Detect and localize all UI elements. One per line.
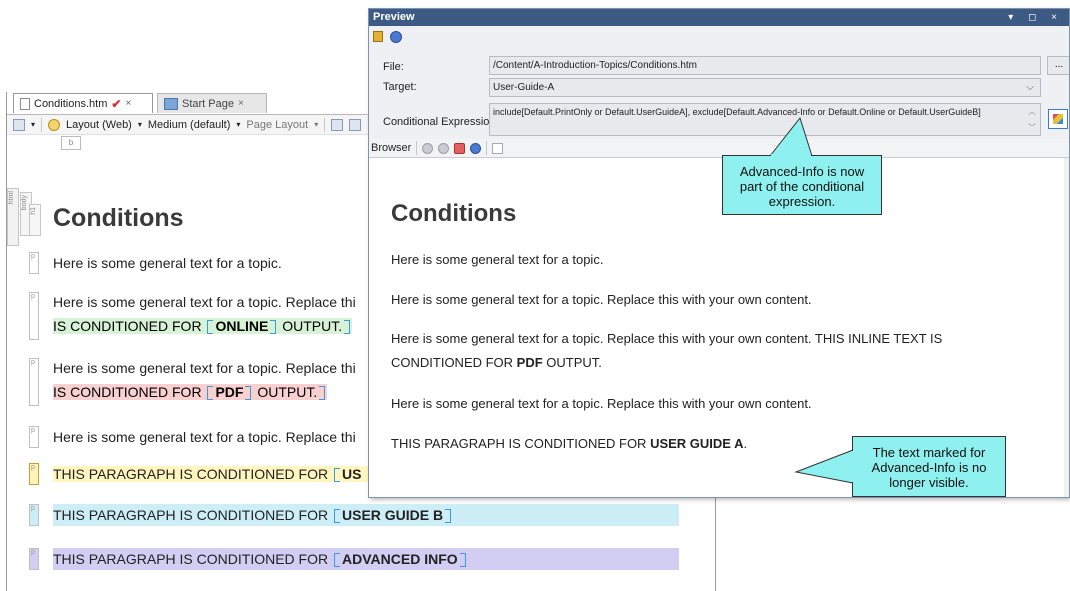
callout-line: part of the conditional	[739, 179, 865, 194]
callout-hidden-text-note: The text marked for Advanced-Info is no …	[852, 436, 1006, 497]
callout-seam	[852, 451, 855, 482]
callout-pointer-bottom	[794, 449, 854, 484]
callout-expression-note: Advanced-Info is now part of the conditi…	[722, 155, 882, 215]
callout-pointer-top	[768, 116, 813, 157]
callout-line: Advanced-Info is now	[739, 164, 865, 179]
callout-pointers	[768, 116, 854, 484]
callout-line: longer visible.	[889, 475, 969, 490]
callout-seam	[771, 154, 811, 157]
callout-line: The text marked for	[872, 445, 986, 460]
callout-line: Advanced-Info is no	[871, 460, 987, 475]
callout-line: expression.	[768, 194, 836, 209]
